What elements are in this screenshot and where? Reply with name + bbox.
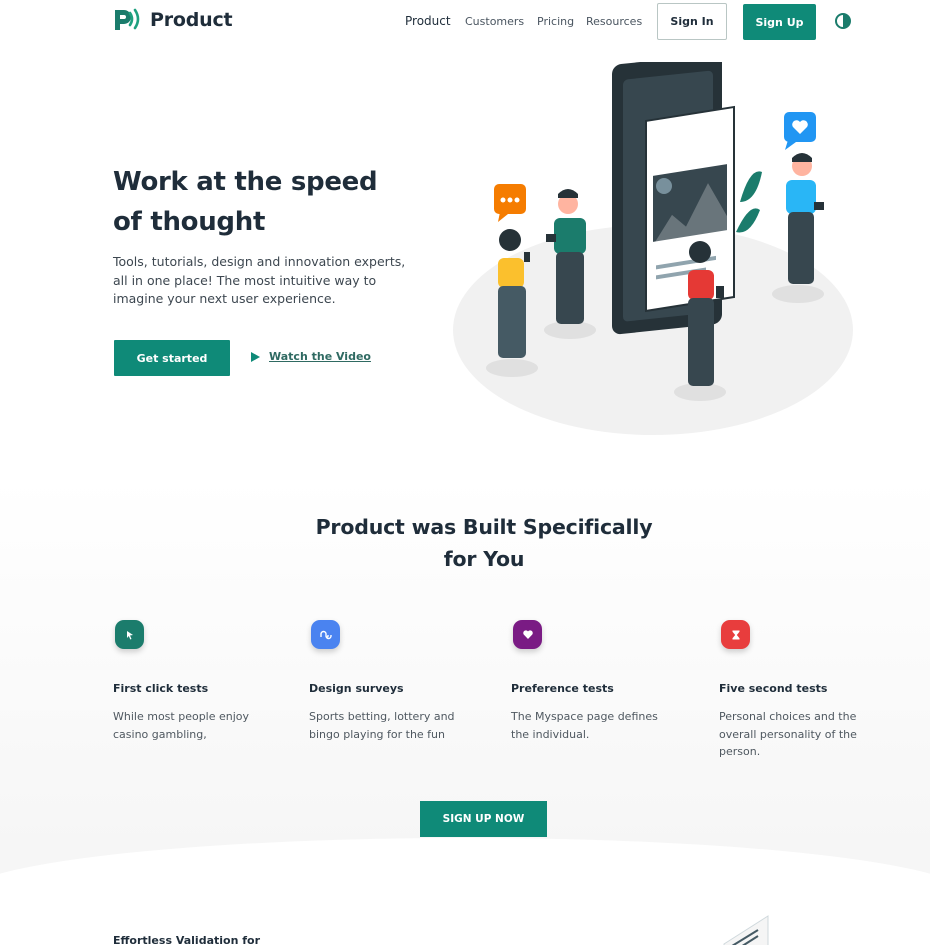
play-icon (251, 351, 260, 362)
feature-description: While most people enjoy casino gambling, (113, 710, 250, 741)
heart-icon (513, 620, 542, 649)
header: Product Product Customers Pricing Resour… (0, 0, 930, 42)
get-started-button[interactable]: Get started (114, 340, 230, 376)
stumbleupon-icon (311, 620, 340, 649)
nav-item-product[interactable]: Product (405, 14, 451, 28)
nav-item-resources[interactable]: Resources (586, 15, 642, 28)
hero-illustration (453, 62, 853, 435)
nav-item-customers[interactable]: Customers (465, 15, 524, 28)
logo[interactable]: Product (113, 8, 233, 32)
feature-card-preference-tests: Preference tests The Myspace page define… (511, 620, 671, 743)
section-divider-curve (0, 838, 930, 945)
features-title: Product was Built Specifically for You (300, 511, 668, 575)
sign-up-button[interactable]: Sign Up (743, 4, 816, 40)
features-title-line2: for You (443, 547, 525, 571)
hourglass-icon (721, 620, 750, 649)
contrast-icon[interactable] (835, 13, 851, 29)
feature-card-design-surveys: Design surveys Sports betting, lottery a… (309, 620, 469, 743)
next-section-illustration (723, 915, 769, 945)
feature-description: Sports betting, lottery and bingo playin… (309, 710, 455, 741)
feature-card-first-click: First click tests While most people enjo… (113, 620, 273, 743)
feature-description: The Myspace page defines the individual. (511, 710, 658, 741)
feature-title: Five second tests (719, 682, 828, 695)
feature-title: Design surveys (309, 682, 404, 695)
feature-title: Preference tests (511, 682, 614, 695)
features-title-line1: Product was Built Specifically (315, 515, 653, 539)
feature-card-five-second: Five second tests Personal choices and t… (719, 620, 879, 761)
hero-title-line2: of thought (113, 207, 266, 237)
cursor-icon (115, 620, 144, 649)
next-section-title: Effortless Validation for (113, 934, 261, 945)
hero-title-line1: Work at the speed (113, 167, 378, 197)
nav-item-pricing[interactable]: Pricing (537, 15, 574, 28)
sign-in-button[interactable]: Sign In (657, 3, 727, 40)
sign-up-now-button[interactable]: SIGN UP NOW (420, 801, 547, 837)
hero-title: Work at the speed of thought (113, 162, 433, 242)
feature-description: Personal choices and the overall persona… (719, 710, 857, 758)
watch-video-label: Watch the Video (269, 350, 371, 363)
feature-title: First click tests (113, 682, 209, 695)
watch-video-link[interactable]: Watch the Video (251, 350, 371, 363)
hero-description: Tools, tutorials, design and innovation … (113, 254, 406, 306)
brand-name: Product (150, 9, 233, 31)
logo-icon (115, 8, 140, 30)
